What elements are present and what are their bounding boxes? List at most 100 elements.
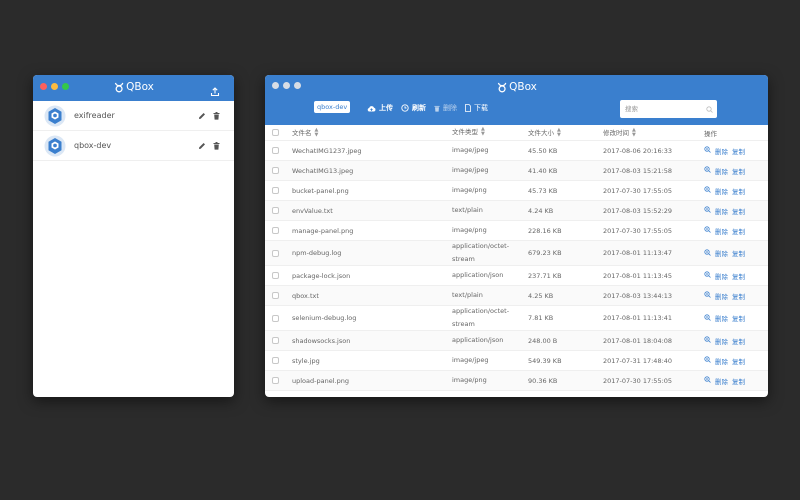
download-button[interactable]: 下载 <box>465 103 488 113</box>
preview-icon[interactable] <box>704 146 711 155</box>
row-copy-button[interactable]: 复制 <box>732 186 745 196</box>
row-copy-button[interactable]: 复制 <box>732 376 745 386</box>
trash-icon[interactable] <box>213 141 220 150</box>
close-window-button[interactable] <box>272 82 279 89</box>
table-row[interactable]: upload-panel.png image/png 90.36 KB 2017-07… <box>265 371 768 391</box>
table-row[interactable]: npm-debug.log application/octet-stream 679… <box>265 241 768 266</box>
table-row[interactable]: qbox.txt text/plain 4.25 KB 2017-08-03 13:4… <box>265 286 768 306</box>
upload-button[interactable]: 上传 <box>367 103 393 113</box>
row-checkbox[interactable] <box>272 337 279 344</box>
row-copy-button[interactable]: 复制 <box>732 206 745 216</box>
row-actions: 删除 复制 <box>704 376 745 386</box>
row-checkbox[interactable] <box>272 227 279 234</box>
table-row[interactable]: bucket-panel.png image/png 45.73 KB 2017-07… <box>265 181 768 201</box>
row-checkbox[interactable] <box>272 249 279 257</box>
row-delete-button[interactable]: 删除 <box>715 376 728 386</box>
preview-icon[interactable] <box>704 271 711 280</box>
table-row[interactable]: style.jpg image/jpeg 549.39 KB 2017-07-31 1… <box>265 351 768 371</box>
search-input[interactable] <box>625 105 706 113</box>
sort-icon[interactable]: ▲ ▼ <box>557 128 561 138</box>
table-row[interactable]: envValue.txt text/plain 4.24 KB 2017-08-03 … <box>265 201 768 221</box>
minimize-window-button[interactable] <box>283 82 290 89</box>
app-brand: QBox <box>113 81 154 93</box>
sort-icon[interactable]: ▲ ▼ <box>632 128 636 138</box>
preview-icon[interactable] <box>704 186 711 195</box>
search-icon[interactable] <box>706 105 713 113</box>
select-all-checkbox[interactable] <box>272 129 279 136</box>
close-window-button[interactable] <box>40 83 47 90</box>
table-row[interactable]: WechatIMG1237.jpeg image/jpeg 45.50 KB 2017… <box>265 141 768 161</box>
row-delete-button[interactable]: 删除 <box>715 166 728 176</box>
row-actions: 删除 复制 <box>704 336 745 346</box>
preview-icon[interactable] <box>704 356 711 365</box>
column-type[interactable]: 文件类型 ▲ ▼ <box>452 126 528 139</box>
table-row[interactable]: WechatIMG13.jpeg image/jpeg 41.40 KB 2017-0… <box>265 161 768 181</box>
preview-icon[interactable] <box>704 376 711 385</box>
preview-icon[interactable] <box>704 336 711 345</box>
row-checkbox[interactable] <box>272 314 279 322</box>
upload-icon[interactable] <box>210 82 220 101</box>
preview-icon[interactable] <box>704 206 711 215</box>
column-name[interactable]: 文件名 ▲ ▼ <box>292 127 452 138</box>
table-row[interactable]: selenium-debug.log application/octet-stre… <box>265 306 768 331</box>
row-delete-button[interactable]: 删除 <box>715 313 728 323</box>
row-checkbox[interactable] <box>272 207 279 214</box>
maximize-window-button[interactable] <box>294 82 301 89</box>
row-checkbox[interactable] <box>272 147 279 154</box>
table-row[interactable]: manage-panel.png image/png 228.16 KB 2017-0… <box>265 221 768 241</box>
delete-button[interactable]: 删除 <box>434 103 457 113</box>
column-size[interactable]: 文件大小 ▲ ▼ <box>528 127 603 138</box>
edit-icon[interactable] <box>198 142 206 150</box>
row-checkbox[interactable] <box>272 357 279 364</box>
preview-icon[interactable] <box>704 226 711 235</box>
row-copy-button[interactable]: 复制 <box>732 166 745 176</box>
bucket-item[interactable]: qbox-dev <box>33 131 234 161</box>
preview-icon[interactable] <box>704 313 711 323</box>
row-copy-button[interactable]: 复制 <box>732 271 745 281</box>
row-copy-button[interactable]: 复制 <box>732 146 745 156</box>
table-header: 文件名 ▲ ▼ 文件类型 ▲ ▼ 文件大小 ▲ ▼ 修改时间 ▲ ▼ 操作 <box>265 125 768 141</box>
row-delete-button[interactable]: 删除 <box>715 248 728 258</box>
row-delete-button[interactable]: 删除 <box>715 336 728 346</box>
download-label: 下载 <box>474 104 488 112</box>
maximize-window-button[interactable] <box>62 83 69 90</box>
sort-icon[interactable]: ▲ ▼ <box>315 128 319 138</box>
row-delete-button[interactable]: 删除 <box>715 356 728 366</box>
row-copy-button[interactable]: 复制 <box>732 291 745 301</box>
sort-icon[interactable]: ▲ ▼ <box>481 127 485 137</box>
delete-label: 删除 <box>443 104 457 112</box>
refresh-button[interactable]: 刷新 <box>401 103 426 113</box>
row-delete-button[interactable]: 删除 <box>715 206 728 216</box>
row-select-cell <box>265 187 292 194</box>
table-row[interactable]: package-lock.json application/json 237.71 … <box>265 266 768 286</box>
row-delete-button[interactable]: 删除 <box>715 146 728 156</box>
table-row[interactable]: shadowsocks.json application/json 248.00 B… <box>265 331 768 351</box>
row-delete-button[interactable]: 删除 <box>715 271 728 281</box>
row-copy-button[interactable]: 复制 <box>732 356 745 366</box>
row-copy-button[interactable]: 复制 <box>732 248 745 258</box>
row-checkbox[interactable] <box>272 167 279 174</box>
edit-icon[interactable] <box>198 112 206 120</box>
row-delete-button[interactable]: 删除 <box>715 186 728 196</box>
trash-icon[interactable] <box>213 111 220 120</box>
row-actions: 删除 复制 <box>704 271 745 281</box>
row-checkbox[interactable] <box>272 292 279 299</box>
minimize-window-button[interactable] <box>51 83 58 90</box>
file-type: application/octet-stream <box>452 307 510 328</box>
column-time[interactable]: 修改时间 ▲ ▼ <box>603 127 704 138</box>
preview-icon[interactable] <box>704 248 711 258</box>
row-checkbox[interactable] <box>272 272 279 279</box>
row-checkbox[interactable] <box>272 377 279 384</box>
row-delete-button[interactable]: 删除 <box>715 226 728 236</box>
bucket-item[interactable]: exifreader <box>33 101 234 131</box>
row-copy-button[interactable]: 复制 <box>732 313 745 323</box>
file-rows: WechatIMG1237.jpeg image/jpeg 45.50 KB 2017… <box>265 141 768 391</box>
preview-icon[interactable] <box>704 291 711 300</box>
preview-icon[interactable] <box>704 166 711 175</box>
row-delete-button[interactable]: 删除 <box>715 291 728 301</box>
row-checkbox[interactable] <box>272 187 279 194</box>
file-name: manage-panel.png <box>292 226 354 235</box>
row-copy-button[interactable]: 复制 <box>732 336 745 346</box>
row-copy-button[interactable]: 复制 <box>732 226 745 236</box>
file-time: 2017-08-03 15:21:58 <box>603 166 673 175</box>
